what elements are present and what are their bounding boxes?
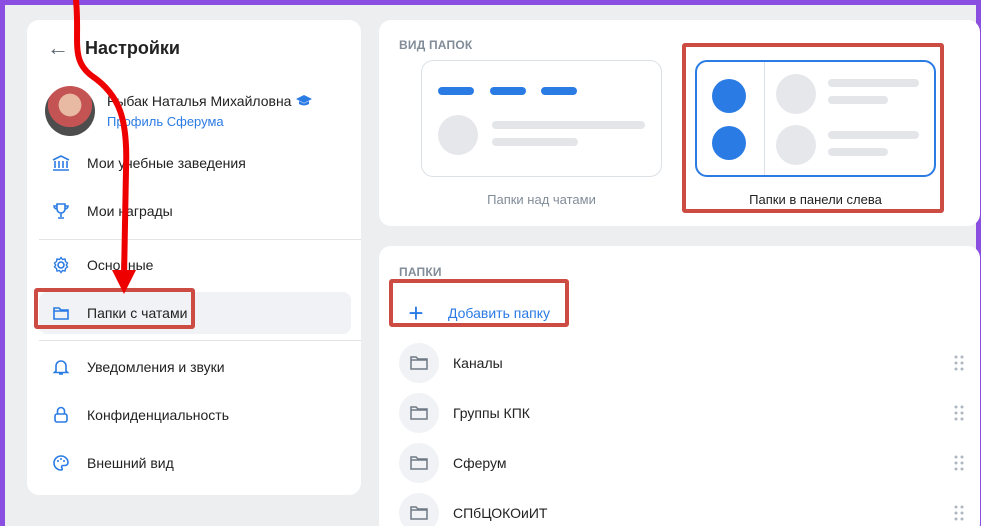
folder-item[interactable]: Каналы <box>399 342 964 384</box>
folder-icon <box>399 393 439 433</box>
folder-name: Каналы <box>453 355 503 371</box>
menu-item-privacy[interactable]: Конфиденциальность <box>39 394 351 436</box>
trophy-icon <box>51 201 71 221</box>
settings-sidebar: ← Настройки Рыбак Наталья Михайловна Про… <box>27 20 361 495</box>
palette-icon <box>51 453 71 473</box>
section-title: ПАПКИ <box>399 265 442 279</box>
menu-item-label: Уведомления и звуки <box>87 359 225 375</box>
graduation-cap-icon <box>296 95 313 106</box>
menu-item-general[interactable]: Основные <box>39 244 351 286</box>
highlight-box-menu <box>34 288 195 329</box>
folder-icon <box>399 443 439 483</box>
menu-item-label: Основные <box>87 257 154 273</box>
folder-item[interactable]: Сферум <box>399 442 964 484</box>
drag-handle-icon[interactable] <box>954 505 964 521</box>
menu-item-institutions[interactable]: Мои учебные заведения <box>39 142 351 184</box>
folder-name: Сферум <box>453 455 507 471</box>
folder-item[interactable]: Группы КПК <box>399 392 964 434</box>
folder-item[interactable]: СПбЦОКОиИТ <box>399 492 964 526</box>
menu-item-label: Внешний вид <box>87 455 174 471</box>
menu-item-awards[interactable]: Мои награды <box>39 190 351 232</box>
drag-handle-icon[interactable] <box>954 355 964 371</box>
building-icon <box>51 153 71 173</box>
back-arrow-icon[interactable]: ← <box>45 35 71 61</box>
bell-icon <box>51 357 71 377</box>
menu-item-label: Мои награды <box>87 203 173 219</box>
sferum-profile-link[interactable]: Профиль Сферума <box>107 114 312 129</box>
menu-item-notifications[interactable]: Уведомления и звуки <box>39 346 351 388</box>
drag-handle-icon[interactable] <box>954 405 964 421</box>
gear-icon <box>51 255 71 275</box>
folder-name: СПбЦОКОиИТ <box>453 505 548 521</box>
drag-handle-icon[interactable] <box>954 455 964 471</box>
lock-icon <box>51 405 71 425</box>
highlight-box-add <box>389 279 569 327</box>
option-folders-above-chats[interactable] <box>421 60 662 177</box>
menu-item-label: Мои учебные заведения <box>87 155 246 171</box>
divider <box>39 340 361 341</box>
menu-item-label: Конфиденциальность <box>87 407 230 423</box>
folder-icon <box>399 343 439 383</box>
folder-name: Группы КПК <box>453 405 530 421</box>
settings-header: ← Настройки <box>45 34 180 62</box>
option-caption: Папки над чатами <box>487 192 596 207</box>
profile-block[interactable]: Рыбак Наталья Михайловна Профиль Сферума <box>45 86 313 136</box>
divider <box>39 239 361 240</box>
page-title: Настройки <box>85 37 180 58</box>
folder-icon <box>399 493 439 526</box>
avatar[interactable] <box>45 86 95 136</box>
profile-name: Рыбак Наталья Михайловна <box>107 93 292 109</box>
section-title: ВИД ПАПОК <box>399 38 473 52</box>
highlight-box-option <box>682 43 944 213</box>
menu-item-appearance[interactable]: Внешний вид <box>39 442 351 484</box>
